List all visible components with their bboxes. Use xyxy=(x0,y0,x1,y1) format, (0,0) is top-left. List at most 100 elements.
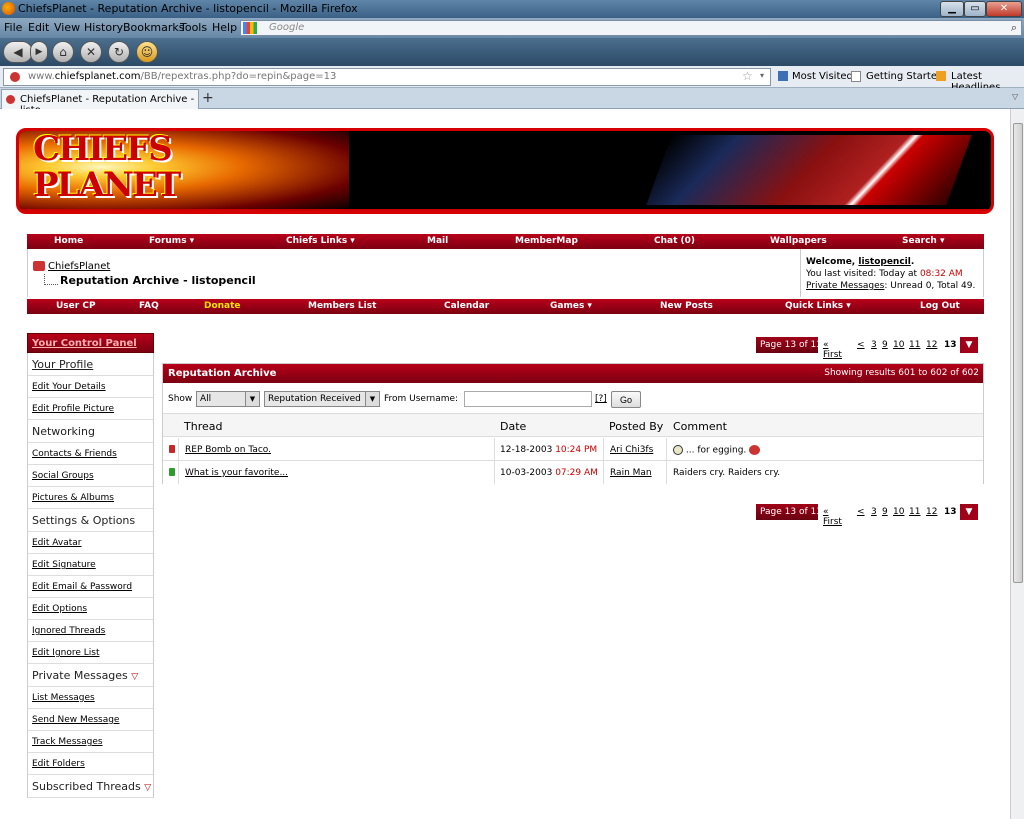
menu-file[interactable]: File xyxy=(4,21,22,34)
nav-faq[interactable]: FAQ xyxy=(139,301,159,311)
greasemonkey-icon[interactable]: ☺ xyxy=(136,41,158,63)
nav-chat[interactable]: Chat (0) xyxy=(654,236,695,246)
sidebar-ignored-threads[interactable]: Ignored Threads xyxy=(27,620,154,642)
pager-page-12[interactable]: 12 xyxy=(926,507,937,517)
url-text[interactable]: www.chiefsplanet.com/BB/repextras.php?do… xyxy=(28,71,336,82)
sidebar-track-messages[interactable]: Track Messages xyxy=(27,731,154,753)
menu-history[interactable]: History xyxy=(84,21,123,34)
pager-page-9[interactable]: 9 xyxy=(882,507,888,517)
nav-donate[interactable]: Donate xyxy=(204,301,241,311)
menu-bookmarks[interactable]: Bookmarks xyxy=(123,21,184,34)
search-icon[interactable]: ⌕ xyxy=(1011,21,1017,35)
bookmark-getting-started[interactable]: Getting Started xyxy=(866,71,943,82)
sidebar-edit-folders[interactable]: Edit Folders xyxy=(27,753,154,775)
minimize-button[interactable]: ▁ xyxy=(940,1,964,17)
pager-page-12[interactable]: 12 xyxy=(926,340,937,350)
control-panel-header[interactable]: Your Control Panel xyxy=(27,333,154,353)
url-bar[interactable]: www.chiefsplanet.com/BB/repextras.php?do… xyxy=(3,68,771,86)
sidebar-subscribed-threads[interactable]: Subscribed Threads ▽ xyxy=(27,775,154,798)
breadcrumb-home[interactable]: ChiefsPlanet xyxy=(48,261,110,272)
pager-first[interactable]: « First xyxy=(823,507,842,527)
menu-help[interactable]: Help xyxy=(212,21,237,34)
close-window-button[interactable]: ✕ xyxy=(986,1,1022,17)
google-icon[interactable] xyxy=(243,22,257,34)
sidebar-edit-avatar[interactable]: Edit Avatar xyxy=(27,532,154,554)
search-box[interactable]: Google ⌕ xyxy=(240,20,1022,36)
bookmark-star-icon[interactable]: ☆ xyxy=(742,69,753,83)
private-messages-link[interactable]: Private Messages xyxy=(806,281,884,291)
home-button[interactable]: ⌂ xyxy=(52,41,74,63)
reputation-type-select[interactable]: Reputation Received ▼ xyxy=(264,391,380,407)
sidebar-private-messages[interactable]: Private Messages ▽ xyxy=(27,664,154,687)
nav-mail[interactable]: Mail xyxy=(427,236,448,246)
reload-button[interactable]: ↻ xyxy=(108,41,130,63)
pager-page-10[interactable]: 10 xyxy=(893,340,904,350)
sidebar-edit-options[interactable]: Edit Options xyxy=(27,598,154,620)
sidebar-list-messages[interactable]: List Messages xyxy=(27,687,154,709)
sidebar-contacts-friends[interactable]: Contacts & Friends xyxy=(27,443,154,465)
menu-view[interactable]: View xyxy=(54,21,80,34)
from-username-input[interactable] xyxy=(464,391,592,407)
new-tab-button[interactable]: + xyxy=(202,90,214,106)
nav-search[interactable]: Search ▾ xyxy=(902,236,945,246)
posted-by-link[interactable]: Rain Man xyxy=(610,468,652,478)
nav-chiefs-links[interactable]: Chiefs Links ▾ xyxy=(286,236,355,246)
forward-button[interactable]: ▶ xyxy=(30,41,48,63)
pager-dropdown-icon[interactable]: ▼ xyxy=(960,504,978,520)
nav-calendar[interactable]: Calendar xyxy=(444,301,489,311)
tab-list-icon[interactable]: ▽ xyxy=(1012,92,1018,101)
pager-page-3[interactable]: 3 xyxy=(871,340,877,350)
maximize-button[interactable]: ▭ xyxy=(964,1,986,17)
pager-prev[interactable]: < xyxy=(857,507,865,517)
nav-membermap[interactable]: MemberMap xyxy=(515,236,578,246)
sidebar-edit-email-password[interactable]: Edit Email & Password xyxy=(27,576,154,598)
collapse-icon[interactable]: ▽ xyxy=(131,672,138,682)
nav-home[interactable]: Home xyxy=(54,236,83,246)
sidebar-social-groups[interactable]: Social Groups xyxy=(27,465,154,487)
nav-forums[interactable]: Forums ▾ xyxy=(149,236,194,246)
pager-current: 13 xyxy=(944,507,957,517)
nav-wallpapers[interactable]: Wallpapers xyxy=(770,236,827,246)
nav-new-posts[interactable]: New Posts xyxy=(660,301,713,311)
pager-page-11[interactable]: 11 xyxy=(909,340,920,350)
show-select[interactable]: All ▼ xyxy=(196,391,260,407)
menu-tools[interactable]: Tools xyxy=(180,21,207,34)
user-nav-bar: User CP FAQ Donate Members List Calendar… xyxy=(27,299,984,314)
active-tab[interactable]: ChiefsPlanet - Reputation Archive - list… xyxy=(1,89,199,116)
thread-link[interactable]: What is your favorite... xyxy=(185,468,288,478)
username-link[interactable]: listopencil xyxy=(858,257,910,267)
pager-dropdown-icon[interactable]: ▼ xyxy=(960,337,978,353)
help-link[interactable]: [?] xyxy=(595,394,607,404)
sidebar-your-profile[interactable]: Your Profile xyxy=(27,353,154,376)
bookmark-most-visited[interactable]: Most Visited xyxy=(792,71,853,82)
pager-page-10[interactable]: 10 xyxy=(893,507,904,517)
scrollbar-thumb[interactable] xyxy=(1013,123,1023,583)
nav-games[interactable]: Games ▾ xyxy=(550,301,592,311)
nav-user-cp[interactable]: User CP xyxy=(56,301,96,311)
pager-page-3[interactable]: 3 xyxy=(871,507,877,517)
back-button[interactable]: ◀ xyxy=(3,41,33,63)
sidebar-edit-ignore-list[interactable]: Edit Ignore List xyxy=(27,642,154,664)
url-dropdown-icon[interactable]: ▾ xyxy=(760,71,764,80)
site-banner[interactable]: CHIEFS PLANET xyxy=(16,128,994,214)
page-scrollbar[interactable] xyxy=(1010,109,1024,819)
posted-by-link[interactable]: Ari Chi3fs xyxy=(610,445,653,455)
pager-page-9[interactable]: 9 xyxy=(882,340,888,350)
sidebar-send-new-message[interactable]: Send New Message xyxy=(27,709,154,731)
menu-edit[interactable]: Edit xyxy=(28,21,49,34)
collapse-icon[interactable]: ▽ xyxy=(144,783,151,793)
sidebar-pictures-albums[interactable]: Pictures & Albums xyxy=(27,487,154,509)
stop-button[interactable]: ✕ xyxy=(80,41,102,63)
pager-page-11[interactable]: 11 xyxy=(909,507,920,517)
pager-first[interactable]: « First xyxy=(823,340,842,360)
sidebar-edit-signature[interactable]: Edit Signature xyxy=(27,554,154,576)
nav-members-list[interactable]: Members List xyxy=(308,301,376,311)
nav-quick-links[interactable]: Quick Links ▾ xyxy=(785,301,851,311)
sidebar-edit-your-details[interactable]: Edit Your Details xyxy=(27,376,154,398)
sidebar-networking: Networking xyxy=(27,420,154,443)
pager-prev[interactable]: < xyxy=(857,340,865,350)
sidebar-edit-profile-picture[interactable]: Edit Profile Picture xyxy=(27,398,154,420)
nav-log-out[interactable]: Log Out xyxy=(920,301,960,311)
go-button[interactable]: Go xyxy=(611,391,641,408)
thread-link[interactable]: REP Bomb on Taco. xyxy=(185,445,271,455)
